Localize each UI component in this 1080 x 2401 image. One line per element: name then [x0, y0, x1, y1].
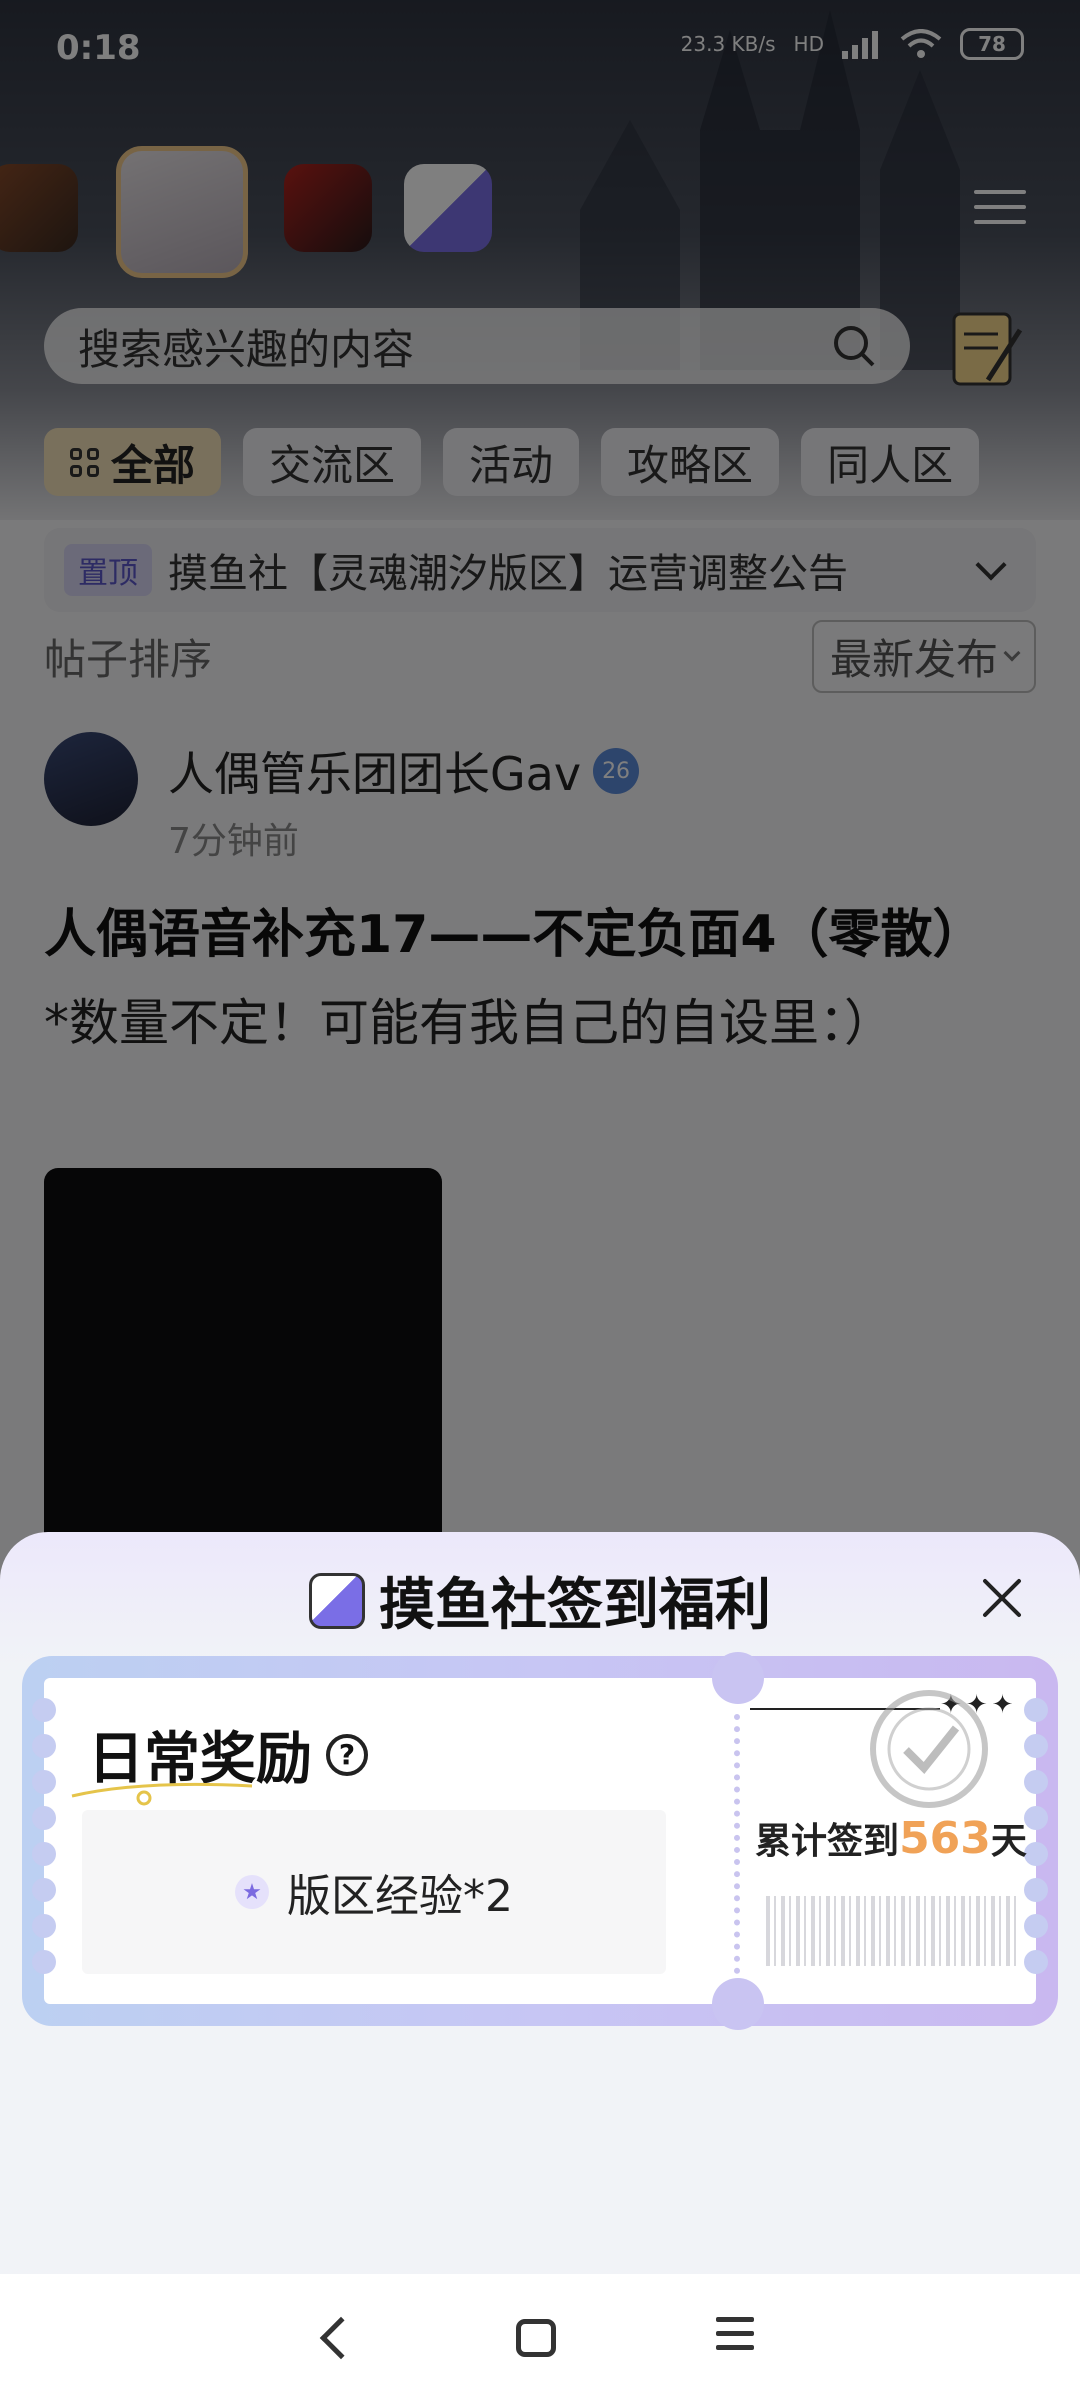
home-icon[interactable] — [516, 2318, 556, 2357]
ticket-notch — [712, 1978, 764, 2030]
moyu-logo-icon — [309, 1572, 365, 1629]
star-icon: ★ — [235, 1875, 269, 1909]
ticket-perforation — [734, 1714, 740, 1974]
checkin-suffix: 天 — [990, 1821, 1027, 1862]
sheet-title: 摸鱼社签到福利 — [379, 1573, 771, 1638]
stamp-icon — [870, 1690, 988, 1808]
ticket-scallop — [32, 1698, 56, 1988]
reward-item: ★ 版区经验*2 — [82, 1810, 666, 1974]
recents-icon[interactable] — [716, 2316, 754, 2359]
sheet-header: 摸鱼社签到福利 — [0, 1560, 1080, 1641]
checkin-count: 累计签到563天 — [748, 1812, 1034, 1864]
back-icon[interactable] — [319, 2316, 363, 2359]
system-nav-bar — [0, 2274, 1080, 2401]
ticket-notch — [712, 1652, 764, 1704]
reward-ticket: 日常奖励 ? ★ 版区经验*2 ✦✦✦ 累计签到563天 — [32, 1652, 1048, 2030]
close-icon[interactable] — [980, 1576, 1024, 1620]
barcode-decoration — [766, 1896, 1016, 1966]
help-icon[interactable]: ? — [326, 1733, 368, 1776]
checkin-sheet: 摸鱼社签到福利 日常奖励 ? ★ 版区经验*2 ✦✦✦ 累计签到563天 — [0, 1532, 1080, 2274]
reward-item-label: 版区经验*2 — [287, 1871, 513, 1922]
reward-ticket-frame: 日常奖励 ? ★ 版区经验*2 ✦✦✦ 累计签到563天 — [22, 1652, 1058, 2030]
checkin-prefix: 累计签到 — [755, 1821, 900, 1862]
underline-decoration — [71, 1782, 253, 1806]
checkin-days: 563 — [899, 1813, 991, 1864]
